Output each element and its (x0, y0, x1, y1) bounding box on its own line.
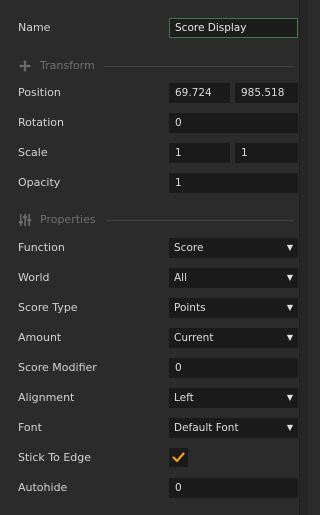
amount-row: Amount Current ▼ (0, 328, 300, 358)
name-input[interactable]: Score Display (169, 18, 298, 38)
font-value: Default Font (174, 422, 239, 434)
function-select[interactable]: Score ▼ (169, 238, 298, 258)
opacity-label: Opacity (18, 176, 61, 189)
font-label: Font (18, 421, 42, 434)
autohide-label: Autohide (18, 481, 68, 494)
score-type-value: Points (174, 302, 206, 314)
transform-section-header[interactable]: Transform (0, 56, 300, 76)
alignment-row: Alignment Left ▼ (0, 388, 300, 418)
scale-label: Scale (18, 146, 48, 159)
rotation-label: Rotation (18, 116, 65, 129)
properties-section-header[interactable]: Properties (0, 210, 300, 230)
score-modifier-row: Score Modifier 0 (0, 358, 300, 388)
vertical-scrollbar[interactable] (299, 0, 308, 515)
scale-x-input[interactable]: 1 (169, 143, 230, 163)
autohide-input[interactable]: 0 (169, 478, 298, 498)
chevron-down-icon: ▼ (286, 423, 293, 432)
properties-title: Properties (40, 213, 96, 226)
scale-y-input[interactable]: 1 (235, 143, 298, 163)
position-label: Position (18, 86, 61, 99)
transform-icon (19, 60, 31, 72)
alignment-label: Alignment (18, 391, 75, 404)
score-type-label: Score Type (18, 301, 78, 314)
world-select[interactable]: All ▼ (169, 268, 298, 288)
amount-value: Current (174, 332, 214, 344)
stick-to-edge-row: Stick To Edge (0, 448, 300, 478)
position-row: Position 69.724 985.518 (0, 83, 300, 113)
alignment-select[interactable]: Left ▼ (169, 388, 298, 408)
score-type-select[interactable]: Points ▼ (169, 298, 298, 318)
amount-label: Amount (18, 331, 62, 344)
world-row: World All ▼ (0, 268, 300, 298)
stick-to-edge-label: Stick To Edge (18, 451, 92, 464)
opacity-row: Opacity 1 (0, 173, 300, 203)
amount-select[interactable]: Current ▼ (169, 328, 298, 348)
chevron-down-icon: ▼ (286, 303, 293, 312)
autohide-row: Autohide 0 (0, 478, 300, 508)
function-value: Score (174, 242, 204, 254)
position-y-input[interactable]: 985.518 (235, 83, 298, 103)
rotation-row: Rotation 0 (0, 113, 300, 143)
inspector-panel: Name Score Display Transform Position 69… (0, 0, 300, 515)
stick-to-edge-checkbox[interactable] (169, 448, 188, 467)
font-select[interactable]: Default Font ▼ (169, 418, 298, 438)
opacity-input[interactable]: 1 (169, 173, 298, 193)
function-label: Function (18, 241, 65, 254)
world-value: All (174, 272, 188, 284)
world-label: World (18, 271, 50, 284)
chevron-down-icon: ▼ (286, 243, 293, 252)
score-type-row: Score Type Points ▼ (0, 298, 300, 328)
chevron-down-icon: ▼ (286, 333, 293, 342)
properties-divider (106, 220, 294, 221)
chevron-down-icon: ▼ (286, 393, 293, 402)
name-row: Name Score Display (0, 18, 300, 48)
function-row: Function Score ▼ (0, 238, 300, 268)
score-modifier-input[interactable]: 0 (169, 358, 298, 378)
chevron-down-icon: ▼ (286, 273, 293, 282)
sliders-icon (18, 214, 32, 226)
score-modifier-label: Score Modifier (18, 361, 97, 374)
position-x-input[interactable]: 69.724 (169, 83, 230, 103)
name-label: Name (18, 21, 51, 34)
rotation-input[interactable]: 0 (169, 113, 298, 133)
check-icon (172, 452, 185, 463)
alignment-value: Left (174, 392, 194, 404)
font-row: Font Default Font ▼ (0, 418, 300, 448)
transform-divider (104, 66, 294, 67)
transform-title: Transform (40, 59, 95, 72)
scale-row: Scale 1 1 (0, 143, 300, 173)
